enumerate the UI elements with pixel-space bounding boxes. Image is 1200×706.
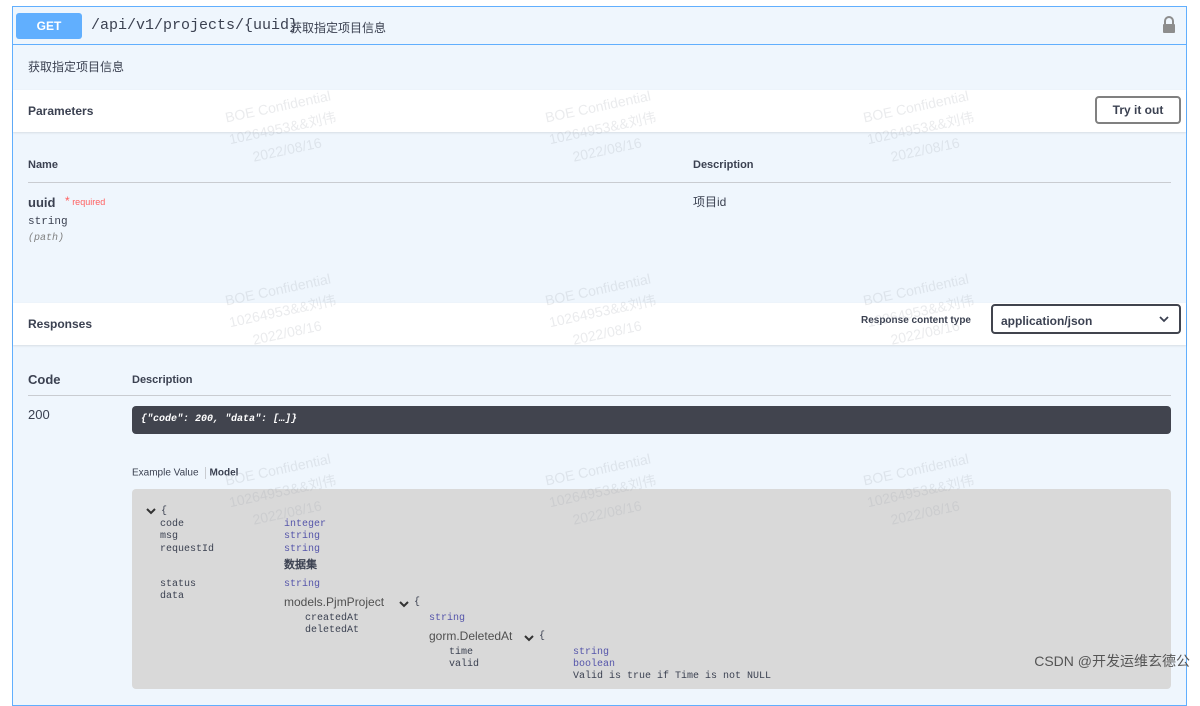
response-description: {"code": 200, "data": […]} (132, 406, 1171, 434)
param-description: 项目id (693, 195, 727, 209)
model-key: msg (160, 531, 179, 542)
model-key: valid (449, 659, 480, 670)
param-name-header: Name (28, 159, 58, 171)
model-ref-title[interactable]: models.PjmProject (284, 595, 384, 609)
model-key: deletedAt (305, 625, 360, 636)
param-required: * required (65, 194, 105, 208)
model-open-brace: { (539, 631, 546, 642)
required-star: * (65, 194, 70, 208)
tab-model[interactable]: Model (210, 468, 239, 479)
model-key: code (160, 519, 185, 530)
operation-summary[interactable]: GET /api/v1/projects/{uuid} 获取指定项目信息 (13, 7, 1186, 45)
example-model-tabs: Example Value Model (132, 467, 238, 479)
model-key: createdAt (305, 613, 360, 624)
param-in: (path) (28, 233, 65, 244)
lock-icon[interactable] (1162, 16, 1176, 34)
tab-separator (204, 467, 206, 479)
param-description-header: Description (693, 159, 754, 171)
response-code-header: Code (28, 372, 61, 387)
try-it-out-button[interactable]: Try it out (1095, 96, 1181, 124)
operation-summary-text: 获取指定项目信息 (290, 21, 387, 35)
response-code: 200 (28, 407, 50, 422)
operation-path: /api/v1/projects/{uuid} (91, 17, 299, 34)
model-open-brace: { (414, 597, 421, 608)
model-type: string (284, 579, 321, 590)
operation-description: 获取指定项目信息 (28, 60, 125, 74)
model-type: integer (284, 519, 327, 530)
select-value: application/json (1001, 314, 1093, 328)
model-type: string (284, 544, 321, 555)
model-note: 数据集 (284, 559, 317, 571)
parameters-header: Parameters Try it out (13, 90, 1186, 132)
source-credit: CSDN @开发运维玄德公 (1034, 653, 1190, 669)
chevron-down-icon (1159, 316, 1169, 323)
model-ref-title[interactable]: gorm.DeletedAt (429, 629, 512, 643)
collapse-chevron-icon[interactable] (399, 601, 409, 609)
model-schema: { code integer msg string requestId stri… (132, 489, 1171, 689)
parameters-title: Parameters (28, 104, 94, 118)
responses-header: Responses Response content type applicat… (13, 303, 1186, 345)
model-type: string (573, 647, 610, 658)
operation-block: GET /api/v1/projects/{uuid} 获取指定项目信息 获取指… (12, 6, 1187, 706)
model-key: data (160, 591, 185, 602)
response-divider (28, 395, 1171, 396)
model-key: status (160, 579, 197, 590)
model-open-brace: { (161, 506, 168, 517)
responses-title: Responses (28, 317, 93, 331)
collapse-chevron-icon[interactable] (524, 635, 534, 643)
model-type: string (284, 531, 321, 542)
tab-example-value[interactable]: Example Value (132, 468, 199, 479)
param-name: uuid (28, 195, 56, 210)
response-content-type-select[interactable]: application/json (991, 304, 1181, 334)
required-label: required (72, 197, 106, 207)
model-type: string (429, 613, 466, 624)
param-divider (28, 182, 1171, 183)
collapse-chevron-icon[interactable] (146, 508, 156, 516)
model-key: requestId (160, 544, 215, 555)
response-description-header: Description (132, 374, 193, 386)
model-key: time (449, 647, 474, 658)
method-badge: GET (16, 13, 82, 39)
response-content-type-label: Response content type (860, 315, 971, 326)
model-note: Valid is true if Time is not NULL (573, 671, 772, 682)
model-type: boolean (573, 659, 616, 670)
param-type: string (28, 216, 68, 228)
